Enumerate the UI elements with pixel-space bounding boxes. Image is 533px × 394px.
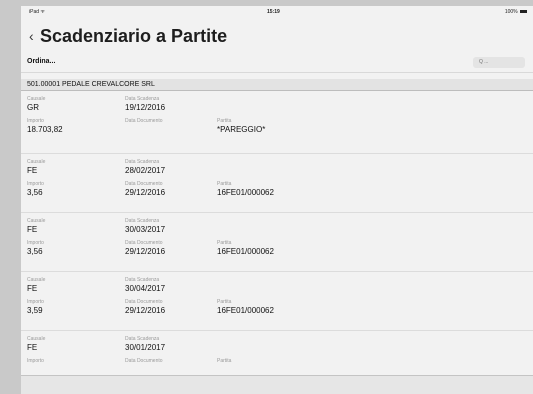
data-documento-value: 29/12/2016 [125,306,166,315]
importo-value: 3,56 [27,247,43,256]
battery-percent: 100% [504,9,518,15]
data-scadenza-label: Data Scadenza [125,96,160,102]
partita-value: 16FE01/000062 [217,306,274,315]
data-scadenza-label: Data Scadenza [125,336,160,342]
importo-value: 3,59 [27,306,43,315]
causale-label: Causale [27,336,46,342]
causale-value: GR [27,103,39,112]
causale-label: Causale [27,159,46,165]
partita-value: 16FE01/000062 [217,247,274,256]
data-documento-label: Data Documento [125,299,163,305]
battery-indicator: 100% [505,9,527,15]
causale-value: FE [27,343,38,352]
battery-icon [520,10,527,14]
list-item[interactable]: Causale FE Data Scadenza 30/04/2017 Importo 3… [21,272,533,331]
importo-label: Importo [27,240,44,246]
list-item[interactable]: Causale FE Data Scadenza 30/01/2017 Importo D… [21,331,533,374]
partite-list: Causale GR Data Scadenza 19/12/2016 Importo 1… [21,91,533,374]
list-item[interactable]: Causale FE Data Scadenza 28/02/2017 Importo 3… [21,154,533,213]
bottom-bar [21,375,533,394]
app-screen: iPad ᯤ 15:19 100% ‹ Scadenziario a Parti… [21,6,533,394]
causale-label: Causale [27,277,46,283]
data-documento-value: 29/12/2016 [125,247,166,256]
back-chevron-icon[interactable]: ‹ [29,29,34,43]
list-item[interactable]: Causale FE Data Scadenza 30/03/2017 Importo 3… [21,213,533,272]
partita-label: Partita [217,299,232,305]
partita-label: Partita [217,358,232,364]
partita-value: *PAREGGIO* [217,125,266,134]
importo-value: 18.703,82 [27,125,63,134]
importo-label: Importo [27,299,44,305]
carrier-label: iPad ᯤ [29,9,45,15]
causale-label: Causale [27,96,46,102]
data-scadenza-value: 19/12/2016 [125,103,166,112]
page-title: Scadenziario a Partite [40,26,228,46]
importo-value: 3,56 [27,188,43,197]
data-scadenza-label: Data Scadenza [125,218,160,224]
data-documento-label: Data Documento [125,240,163,246]
clock: 15:19 [267,9,280,15]
data-scadenza-label: Data Scadenza [125,277,160,283]
importo-label: Importo [27,181,44,187]
causale-value: FE [27,225,38,234]
importo-label: Importo [27,358,44,364]
toolbar: Ordina... [21,54,533,73]
data-scadenza-value: 30/01/2017 [125,343,166,352]
data-documento-label: Data Documento [125,181,163,187]
causale-value: FE [27,166,38,175]
partita-label: Partita [217,118,232,124]
search-input[interactable] [473,57,525,68]
data-documento-value: 29/12/2016 [125,188,166,197]
navigation-bar: ‹ Scadenziario a Partite [21,18,533,50]
causale-value: FE [27,284,38,293]
importo-label: Importo [27,118,44,124]
data-scadenza-value: 30/03/2017 [125,225,166,234]
sort-button[interactable]: Ordina... [27,58,55,65]
data-scadenza-label: Data Scadenza [125,159,160,165]
status-bar: iPad ᯤ 15:19 100% [21,6,533,18]
data-scadenza-value: 30/04/2017 [125,284,166,293]
customer-section-header: 501.00001 PEDALE CREVALCORE SRL [21,79,533,91]
causale-label: Causale [27,218,46,224]
partita-label: Partita [217,240,232,246]
data-documento-label: Data Documento [125,358,163,364]
partita-value: 16FE01/000062 [217,188,274,197]
customer-label: 501.00001 PEDALE CREVALCORE SRL [27,81,155,88]
list-item[interactable]: Causale GR Data Scadenza 19/12/2016 Importo 1… [21,91,533,154]
partita-label: Partita [217,181,232,187]
data-documento-label: Data Documento [125,118,163,124]
data-scadenza-value: 28/02/2017 [125,166,166,175]
